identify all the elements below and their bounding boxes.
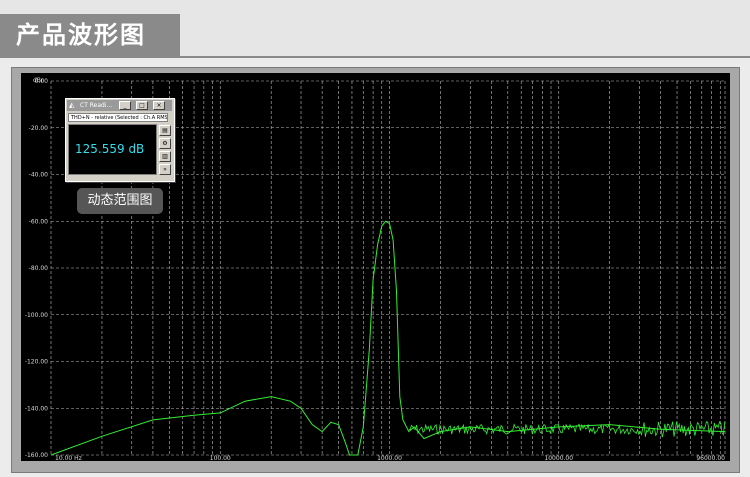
y-tick-label: -100.00 (25, 312, 48, 319)
reading-value: 125.559 dB (75, 142, 145, 156)
y-tick-label: -120.00 (25, 359, 48, 366)
expand-icon[interactable]: » (159, 164, 171, 175)
x-tick-label: 100.00 (210, 455, 231, 461)
minimize-button[interactable]: _ (119, 101, 131, 110)
reading-window-title: CT Readi... (80, 102, 113, 109)
header-bar: 产品波形图 (0, 0, 750, 56)
settings-icon[interactable]: ⚙ (159, 138, 171, 149)
x-tick-label: 10.00 Hz (55, 455, 82, 461)
x-axis-ticks: 10.00 Hz 100.00 1000.00 10000.00 96000.00 (55, 455, 725, 461)
reading-window-titlebar[interactable]: ◭ CT Readi... _ □ × (67, 100, 172, 111)
y-tick-label: -20.00 (29, 125, 49, 132)
y-axis-ticks: 0.00-20.00-40.00-60.00-80.00-100.00-120.… (25, 78, 48, 459)
y-axis-unit: dBr (33, 77, 44, 84)
reading-window[interactable]: ◭ CT Readi... _ □ × THD+N - relative (Se… (65, 98, 175, 182)
x-tick-label: 10000.00 (544, 455, 573, 461)
header-divider (0, 56, 750, 58)
close-button[interactable]: × (153, 101, 165, 110)
maximize-button[interactable]: □ (136, 101, 148, 110)
page-title: 产品波形图 (0, 14, 180, 56)
reading-display: 125.559 dB (68, 124, 157, 175)
noise-floor-line (408, 420, 726, 438)
chart-icon[interactable]: ▥ (159, 151, 171, 162)
y-tick-label: -40.00 (29, 172, 49, 179)
x-tick-label: 96000.00 (696, 455, 725, 461)
dynamic-range-label: 动态范围图 (77, 188, 163, 214)
noise-floor-trace (408, 420, 726, 438)
y-tick-label: -80.00 (29, 265, 49, 272)
app-icon: ◭ (69, 101, 75, 109)
y-tick-label: -140.00 (25, 405, 48, 412)
meter-bars-icon[interactable]: ▤ (159, 125, 171, 136)
y-tick-label: -60.00 (29, 218, 49, 225)
spectrum-trace (50, 220, 726, 456)
measurement-selector[interactable]: THD+N - relative (Selected : Ch.A RMS (68, 113, 168, 122)
y-tick-label: -160.00 (25, 452, 48, 459)
measurement-label: THD+N - relative (Selected : Ch.A RMS (71, 115, 167, 121)
x-tick-label: 1000.00 (377, 455, 402, 461)
